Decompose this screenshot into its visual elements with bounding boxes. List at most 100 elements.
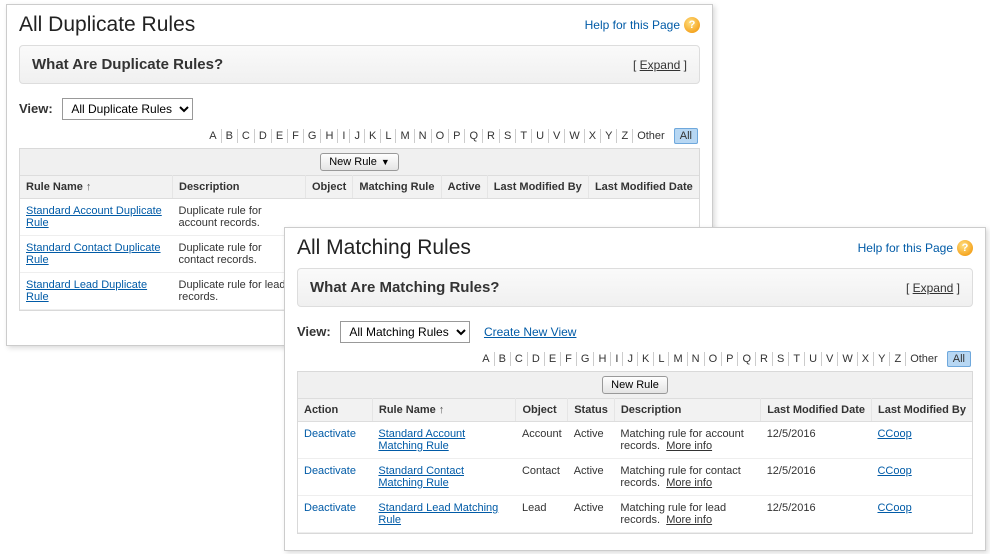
alpha-letter[interactable]: N — [415, 129, 432, 143]
alpha-letter[interactable]: N — [688, 352, 705, 366]
new-rule-button[interactable]: New Rule — [602, 376, 668, 394]
col-rule-name[interactable]: Rule Name↑ — [372, 399, 516, 422]
alpha-letter[interactable]: P — [449, 129, 465, 143]
alpha-letter[interactable]: W — [838, 352, 857, 366]
alpha-letter[interactable]: E — [272, 129, 288, 143]
col-object[interactable]: Object — [516, 399, 568, 422]
alpha-all[interactable]: All — [947, 351, 971, 367]
alpha-letter[interactable]: A — [205, 129, 221, 143]
alpha-letter[interactable]: P — [722, 352, 738, 366]
alpha-letter[interactable]: X — [585, 129, 601, 143]
alpha-letter[interactable]: Q — [465, 129, 483, 143]
alpha-letter[interactable]: J — [350, 129, 365, 143]
col-lmb[interactable]: Last Modified By — [871, 399, 972, 422]
alpha-letter[interactable]: Z — [617, 129, 633, 143]
chevron-down-icon: ▼ — [381, 157, 390, 167]
alpha-filter: ABCDEFGHIJKLMNOPQRSTUVWXYZOther All — [297, 353, 973, 365]
rule-name-link[interactable]: Standard Account Matching Rule — [378, 428, 465, 452]
alpha-letter[interactable]: E — [545, 352, 561, 366]
alpha-letter[interactable]: K — [638, 352, 654, 366]
lmb-link[interactable]: CCoop — [877, 502, 911, 514]
rule-name-link[interactable]: Standard Lead Matching Rule — [378, 502, 498, 526]
alpha-letter[interactable]: T — [516, 129, 532, 143]
view-select[interactable]: All Duplicate Rules — [62, 98, 193, 120]
view-select[interactable]: All Matching Rules — [340, 321, 470, 343]
col-action[interactable]: Action — [298, 399, 372, 422]
alpha-letter[interactable]: F — [561, 352, 577, 366]
info-box: What Are Duplicate Rules? [ Expand ] — [19, 45, 700, 84]
alpha-letter[interactable]: O — [432, 129, 450, 143]
alpha-letter[interactable]: H — [594, 352, 611, 366]
alpha-letter[interactable]: O — [705, 352, 723, 366]
help-icon[interactable]: ? — [684, 17, 700, 33]
create-new-view-link[interactable]: Create New View — [484, 325, 576, 339]
alpha-letter[interactable]: Z — [890, 352, 906, 366]
alpha-letter[interactable]: Q — [738, 352, 756, 366]
alpha-letter[interactable]: M — [396, 129, 414, 143]
alpha-letter[interactable]: T — [789, 352, 805, 366]
col-lmb[interactable]: Last Modified By — [487, 176, 588, 199]
alpha-letter[interactable]: U — [805, 352, 822, 366]
alpha-letter[interactable]: W — [565, 129, 584, 143]
alpha-letter[interactable]: D — [528, 352, 545, 366]
alpha-letter[interactable]: F — [288, 129, 304, 143]
col-lmd[interactable]: Last Modified Date — [588, 176, 699, 199]
col-active[interactable]: Active — [441, 176, 487, 199]
alpha-letter[interactable]: B — [222, 129, 238, 143]
cell-lmd: 12/5/2016 — [761, 496, 872, 533]
alpha-letter[interactable]: D — [255, 129, 272, 143]
alpha-letter[interactable]: K — [365, 129, 381, 143]
alpha-letter[interactable]: R — [483, 129, 500, 143]
expand-link[interactable]: [ Expand ] — [633, 58, 687, 72]
alpha-letter[interactable]: R — [756, 352, 773, 366]
help-link[interactable]: Help for this Page — [585, 18, 680, 32]
alpha-letter[interactable]: X — [858, 352, 874, 366]
more-info-link[interactable]: More info — [666, 514, 712, 526]
alpha-letter[interactable]: Y — [874, 352, 890, 366]
deactivate-link[interactable]: Deactivate — [304, 465, 356, 477]
alpha-all[interactable]: All — [674, 128, 698, 144]
deactivate-link[interactable]: Deactivate — [304, 428, 356, 440]
col-lmd[interactable]: Last Modified Date — [761, 399, 872, 422]
col-status[interactable]: Status — [568, 399, 615, 422]
col-object[interactable]: Object — [306, 176, 353, 199]
lmb-link[interactable]: CCoop — [877, 428, 911, 440]
alpha-letter[interactable]: A — [478, 352, 494, 366]
col-rule-name[interactable]: Rule Name↑ — [20, 176, 173, 199]
alpha-letter[interactable]: I — [338, 129, 350, 143]
help-link[interactable]: Help for this Page — [858, 241, 953, 255]
expand-link[interactable]: [ Expand ] — [906, 281, 960, 295]
more-info-link[interactable]: More info — [666, 440, 712, 452]
alpha-letter[interactable]: S — [773, 352, 789, 366]
alpha-letter[interactable]: S — [500, 129, 516, 143]
alpha-letter[interactable]: C — [511, 352, 528, 366]
rule-name-link[interactable]: Standard Account Duplicate Rule — [26, 205, 162, 229]
alpha-letter[interactable]: B — [495, 352, 511, 366]
alpha-letter[interactable]: V — [822, 352, 838, 366]
alpha-letter[interactable]: L — [654, 352, 669, 366]
alpha-letter[interactable]: G — [304, 129, 322, 143]
alpha-other[interactable]: Other — [633, 129, 669, 143]
alpha-letter[interactable]: J — [623, 352, 638, 366]
rule-name-link[interactable]: Standard Lead Duplicate Rule — [26, 279, 147, 303]
alpha-letter[interactable]: G — [577, 352, 595, 366]
alpha-letter[interactable]: H — [321, 129, 338, 143]
col-description[interactable]: Description — [614, 399, 760, 422]
new-rule-button[interactable]: New Rule▼ — [320, 153, 399, 171]
help-icon[interactable]: ? — [957, 240, 973, 256]
alpha-letter[interactable]: I — [611, 352, 623, 366]
alpha-letter[interactable]: Y — [601, 129, 617, 143]
rule-name-link[interactable]: Standard Contact Matching Rule — [378, 465, 464, 489]
alpha-letter[interactable]: V — [549, 129, 565, 143]
lmb-link[interactable]: CCoop — [877, 465, 911, 477]
col-matching-rule[interactable]: Matching Rule — [353, 176, 441, 199]
more-info-link[interactable]: More info — [666, 477, 712, 489]
deactivate-link[interactable]: Deactivate — [304, 502, 356, 514]
rule-name-link[interactable]: Standard Contact Duplicate Rule — [26, 242, 161, 266]
alpha-letter[interactable]: C — [238, 129, 255, 143]
alpha-letter[interactable]: L — [381, 129, 396, 143]
alpha-letter[interactable]: U — [532, 129, 549, 143]
alpha-letter[interactable]: M — [669, 352, 687, 366]
alpha-other[interactable]: Other — [906, 352, 942, 366]
col-description[interactable]: Description — [173, 176, 306, 199]
